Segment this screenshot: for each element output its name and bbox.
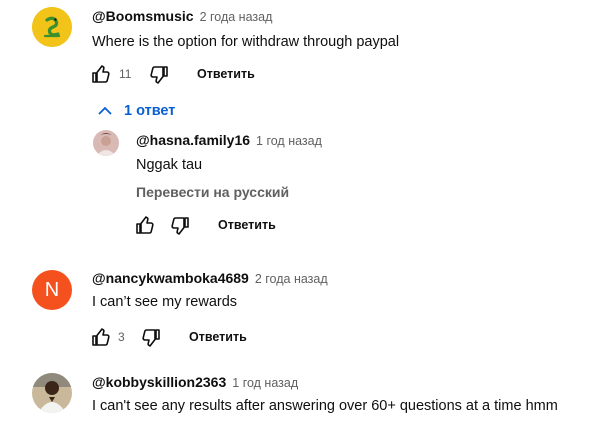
dislike-icon[interactable] [139, 326, 163, 350]
avatar[interactable]: N [32, 270, 72, 310]
reply-button[interactable]: Ответить [218, 218, 276, 232]
dislike-icon[interactable] [168, 214, 192, 238]
reply-avatar[interactable] [93, 130, 119, 156]
comment-text: I can’t see my rewards [92, 294, 238, 310]
comment-author[interactable]: @nancykwamboka4689 2 года назад [92, 270, 328, 286]
reply-text: Nggak tau [136, 157, 203, 173]
like-icon[interactable] [133, 213, 157, 237]
dislike-icon[interactable] [147, 63, 171, 87]
comment-text: Where is the option for withdraw through… [92, 34, 400, 50]
reply-author-name[interactable]: @hasna.family16 [136, 132, 250, 148]
like-count: 11 [119, 67, 132, 81]
comment-text: I can't see any results after answering … [92, 398, 558, 414]
replies-toggle-label[interactable]: 1 ответ [124, 103, 175, 119]
reply-button[interactable]: Ответить [189, 330, 247, 344]
avatar[interactable] [32, 7, 72, 47]
comment-author-name[interactable]: @Boomsmusic [92, 8, 194, 24]
comment-author-name[interactable]: @kobbyskillion2363 [92, 374, 226, 390]
comment-date[interactable]: 2 года назад [200, 10, 273, 24]
comment-date[interactable]: 1 год назад [232, 376, 298, 390]
comment-author[interactable]: @kobbyskillion2363 1 год назад [92, 374, 298, 390]
reply-date[interactable]: 1 год назад [256, 134, 322, 148]
comment-date[interactable]: 2 года назад [255, 272, 328, 286]
translate-button[interactable]: Перевести на русский [136, 184, 289, 200]
comment-author-name[interactable]: @nancykwamboka4689 [92, 270, 249, 286]
avatar[interactable] [32, 373, 72, 413]
comment-author[interactable]: @Boomsmusic 2 года назад [92, 8, 272, 24]
reply-author[interactable]: @hasna.family16 1 год назад [136, 132, 322, 148]
replies-toggle[interactable]: 1 ответ [96, 102, 175, 120]
reply-button[interactable]: Ответить [197, 67, 255, 81]
like-icon[interactable] [89, 325, 113, 349]
like-icon[interactable] [89, 62, 113, 86]
like-count: 3 [118, 330, 125, 344]
chevron-up-icon [96, 102, 114, 120]
avatar-letter: N [44, 278, 60, 301]
